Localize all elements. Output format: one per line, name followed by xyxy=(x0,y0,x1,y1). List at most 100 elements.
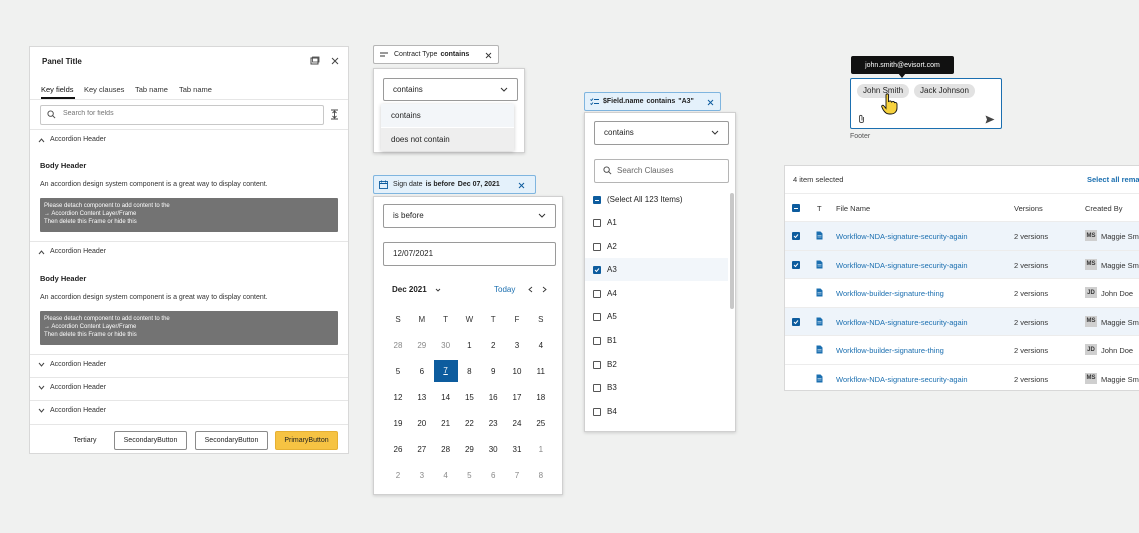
contract-type-filter-chip[interactable]: Contract Type contains xyxy=(373,45,499,64)
field-name-filter-chip[interactable]: $Field.name contains "A3" xyxy=(584,92,721,111)
calendar-day[interactable]: 11 xyxy=(529,367,553,376)
field-search[interactable] xyxy=(40,105,324,125)
calendar-day[interactable]: 17 xyxy=(505,393,529,402)
checkbox-checked[interactable] xyxy=(593,266,601,275)
calendar-day[interactable]: 28 xyxy=(386,341,410,350)
calendar-day[interactable]: 29 xyxy=(410,341,434,350)
clause-option[interactable]: A4 xyxy=(585,282,728,305)
clause-option[interactable]: A3 xyxy=(585,258,728,282)
tab-name-1[interactable]: Tab name xyxy=(135,85,168,94)
close-icon[interactable] xyxy=(518,182,525,189)
calendar-day[interactable]: 19 xyxy=(386,419,410,428)
calendar-day[interactable]: 4 xyxy=(434,471,458,480)
table-row[interactable]: Workflow-NDA-signature-security-again 2 v… xyxy=(785,221,1139,250)
calendar-day[interactable]: 24 xyxy=(505,419,529,428)
checkbox[interactable] xyxy=(593,407,601,416)
calendar-day[interactable]: 5 xyxy=(457,471,481,480)
option-contains[interactable]: contains xyxy=(381,104,514,127)
accordion-header-1[interactable]: Accordion Header xyxy=(30,129,348,152)
calendar-day[interactable]: 12 xyxy=(386,393,410,402)
clause-search[interactable]: Search Clauses xyxy=(594,159,729,183)
table-row[interactable]: Workflow-NDA-signature-security-again 2 v… xyxy=(785,363,1139,393)
tab-name-2[interactable]: Tab name xyxy=(179,85,212,94)
file-name-link[interactable]: Workflow-NDA-signature-security-again xyxy=(836,261,968,270)
checkbox[interactable] xyxy=(593,242,601,251)
column-created-by[interactable]: Created By xyxy=(1085,204,1123,213)
column-versions[interactable]: Versions xyxy=(1014,204,1043,213)
calendar-day[interactable]: 8 xyxy=(529,471,553,480)
calendar-day[interactable]: 25 xyxy=(529,419,553,428)
clause-option[interactable]: A2 xyxy=(585,235,728,258)
file-name-link[interactable]: Workflow-builder-signature-thing xyxy=(836,346,944,355)
calendar-day[interactable]: 3 xyxy=(410,471,434,480)
calendar-day[interactable]: 27 xyxy=(410,445,434,454)
clause-option[interactable]: B2 xyxy=(585,353,728,376)
calendar-day[interactable]: 20 xyxy=(410,419,434,428)
clause-option[interactable]: A1 xyxy=(585,211,728,234)
calendar-day[interactable]: 7 xyxy=(505,471,529,480)
row-checkbox-checked[interactable] xyxy=(792,317,800,326)
calendar-day[interactable]: 1 xyxy=(529,445,553,454)
calendar-day[interactable]: 28 xyxy=(434,445,458,454)
table-row[interactable]: Workflow-NDA-signature-security-again 2 v… xyxy=(785,249,1139,279)
attachment-icon[interactable] xyxy=(858,114,865,124)
calendar-day[interactable]: 26 xyxy=(386,445,410,454)
calendar-day[interactable]: 18 xyxy=(529,393,553,402)
calendar-day[interactable]: 30 xyxy=(434,341,458,350)
file-name-link[interactable]: Workflow-NDA-signature-security-again xyxy=(836,375,968,384)
clause-option[interactable]: B3 xyxy=(585,376,728,399)
secondary-button-1[interactable]: SecondaryButton xyxy=(114,431,187,450)
calendar-day[interactable]: 5 xyxy=(386,367,410,376)
recipient-chip-jack-johnson[interactable]: Jack Johnson xyxy=(914,84,975,98)
operator-select[interactable]: contains xyxy=(383,78,518,101)
chevron-right-icon[interactable] xyxy=(542,286,547,293)
file-name-link[interactable]: Workflow-builder-signature-thing xyxy=(836,289,944,298)
file-name-link[interactable]: Workflow-NDA-signature-security-again xyxy=(836,318,968,327)
checkbox[interactable] xyxy=(593,360,601,369)
sign-date-filter-chip[interactable]: Sign date is before Dec 07, 2021 xyxy=(373,175,536,194)
accordion-header-2[interactable]: Accordion Header xyxy=(30,241,348,264)
field-search-input[interactable] xyxy=(61,109,315,118)
close-icon[interactable] xyxy=(707,99,714,106)
send-icon[interactable] xyxy=(985,115,995,124)
file-name-link[interactable]: Workflow-NDA-signature-security-again xyxy=(836,232,968,241)
calendar-day[interactable]: 30 xyxy=(481,445,505,454)
primary-button[interactable]: PrimaryButton xyxy=(275,431,338,450)
accordion-header-5[interactable]: Accordion Header xyxy=(30,400,348,423)
calendar-month-label[interactable]: Dec 2021 xyxy=(392,285,427,294)
accordion-header-3[interactable]: Accordion Header xyxy=(30,354,348,377)
table-row[interactable]: Workflow-builder-signature-thing 2 versio… xyxy=(785,278,1139,307)
expand-collapse-icon[interactable] xyxy=(330,109,339,120)
calendar-day[interactable]: 3 xyxy=(505,341,529,350)
checkbox[interactable] xyxy=(593,289,601,298)
calendar-day[interactable]: 8 xyxy=(457,367,481,376)
popout-icon[interactable] xyxy=(310,56,320,66)
select-all-clauses[interactable]: (Select All 123 Items) xyxy=(585,188,728,211)
clause-option[interactable]: A5 xyxy=(585,305,728,328)
recipient-input[interactable]: John Smith Jack Johnson xyxy=(850,78,1002,129)
calendar-day[interactable]: 14 xyxy=(434,393,458,402)
tab-key-clauses[interactable]: Key clauses xyxy=(84,85,124,94)
column-file-name[interactable]: File Name xyxy=(836,204,870,213)
accordion-header-4[interactable]: Accordion Header xyxy=(30,377,348,400)
table-row[interactable]: Workflow-builder-signature-thing 2 versio… xyxy=(785,335,1139,364)
calendar-day[interactable]: 6 xyxy=(481,471,505,480)
indeterminate-checkbox[interactable] xyxy=(593,196,601,204)
calendar-day[interactable]: 23 xyxy=(481,419,505,428)
row-checkbox-checked[interactable] xyxy=(792,260,800,269)
calendar-day[interactable]: 29 xyxy=(457,445,481,454)
column-type[interactable]: T xyxy=(817,204,822,213)
option-does-not-contain[interactable]: does not contain xyxy=(381,128,514,151)
calendar-day[interactable]: 2 xyxy=(481,341,505,350)
today-link[interactable]: Today xyxy=(494,285,515,294)
chevron-left-icon[interactable] xyxy=(528,286,533,293)
checkbox[interactable] xyxy=(593,337,601,345)
select-all-rows-checkbox[interactable] xyxy=(792,204,800,212)
table-row[interactable]: Workflow-NDA-signature-security-again 2 v… xyxy=(785,306,1139,336)
calendar-day[interactable]: 6 xyxy=(410,367,434,376)
tertiary-button[interactable]: Tertiary xyxy=(66,431,104,450)
chevron-down-icon[interactable] xyxy=(435,288,441,292)
close-icon[interactable] xyxy=(485,52,492,59)
checkbox[interactable] xyxy=(593,219,601,227)
close-icon[interactable] xyxy=(330,56,340,66)
